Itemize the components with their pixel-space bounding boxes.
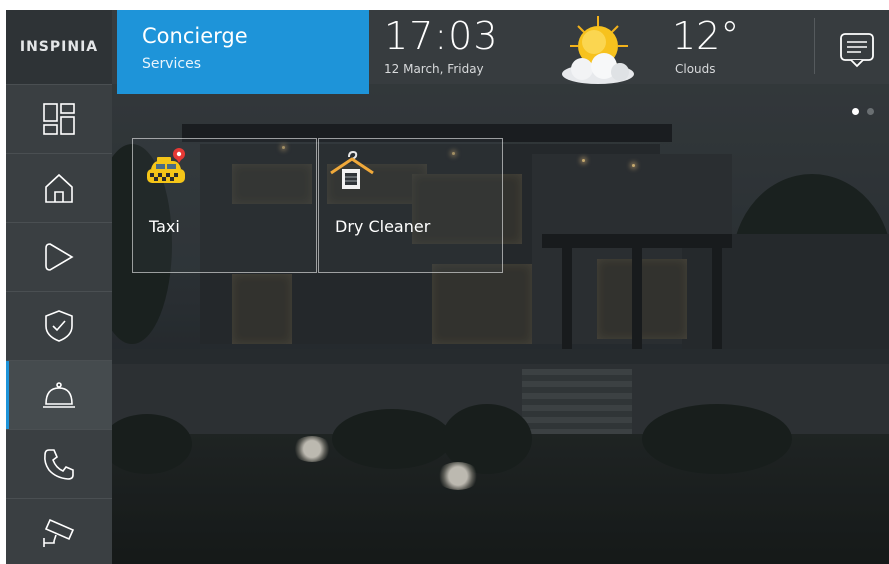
weather-condition: Clouds <box>675 62 716 76</box>
service-label: Dry Cleaner <box>335 217 431 236</box>
clock-date: 12 March, Friday <box>384 62 484 76</box>
sidebar-item-concierge[interactable] <box>6 360 112 429</box>
page-subtitle: Services <box>142 56 202 72</box>
logo-text: INSPINIA <box>19 39 99 55</box>
page-indicator <box>852 108 874 115</box>
page-dot-1[interactable] <box>852 108 859 115</box>
sidebar-item-phone[interactable] <box>6 429 112 498</box>
brand-logo: INSPINIA <box>6 10 112 84</box>
dashboard-icon <box>43 103 75 135</box>
app-frame: Concierge Services 17:03 12 March, Frida… <box>6 10 889 564</box>
clock-time: 17:03 <box>384 14 499 58</box>
section-title-block: Concierge Services <box>117 10 369 94</box>
sidebar-item-security[interactable] <box>6 291 112 360</box>
sidebar-item-cameras[interactable] <box>6 498 112 564</box>
page-dot-2[interactable] <box>867 108 874 115</box>
message-icon[interactable] <box>839 32 875 68</box>
sun-behind-cloud-icon <box>562 16 634 84</box>
service-tile-taxi[interactable]: Taxi <box>132 138 317 273</box>
page-title: Concierge <box>142 24 248 48</box>
temperature: 12° <box>672 14 740 58</box>
cloche-icon <box>43 382 75 408</box>
taxi-icon <box>147 148 185 183</box>
sidebar: INSPINIA <box>6 10 112 564</box>
service-label: Taxi <box>149 217 180 236</box>
home-icon <box>45 173 73 203</box>
top-header: Concierge Services 17:03 12 March, Frida… <box>112 10 889 94</box>
header-divider <box>814 18 815 74</box>
dry-cleaner-icon <box>330 150 374 189</box>
sidebar-item-dashboard[interactable] <box>6 84 112 153</box>
sidebar-item-scenes[interactable] <box>6 222 112 291</box>
service-tile-dry-cleaner[interactable]: Dry Cleaner <box>318 138 503 273</box>
play-icon <box>45 243 74 271</box>
phone-icon <box>44 449 74 480</box>
shield-icon <box>45 310 73 342</box>
camera-icon <box>43 518 75 547</box>
sidebar-item-home[interactable] <box>6 153 112 222</box>
